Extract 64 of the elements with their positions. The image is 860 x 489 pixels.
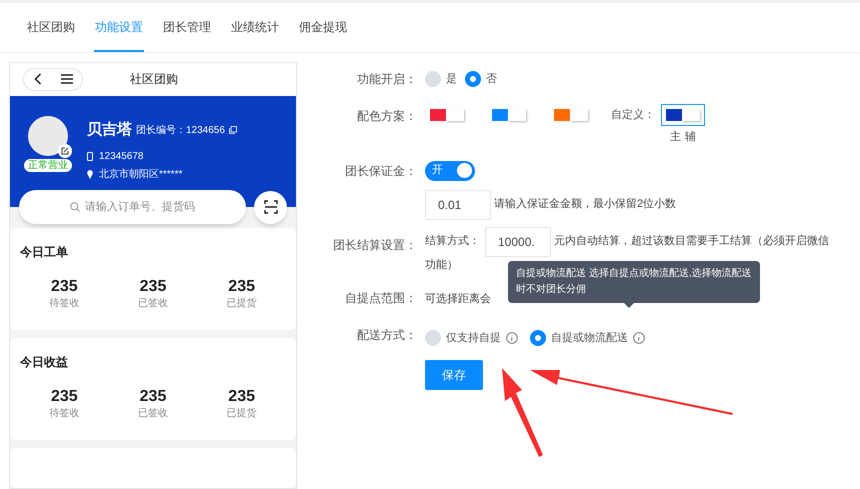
stat-value: 235 — [140, 278, 166, 296]
field-label: 团长保证金： — [345, 164, 417, 178]
stat-label: 待签收 — [49, 406, 80, 421]
info-icon — [506, 332, 518, 344]
settlement-input[interactable]: 10000. — [485, 226, 551, 256]
sub-label: 辅 — [685, 130, 696, 145]
radio-button[interactable] — [465, 71, 481, 87]
toggle-switch[interactable]: 开 — [425, 160, 475, 180]
field-label: 团长结算设置： — [333, 238, 417, 252]
stat-value: 235 — [228, 388, 255, 406]
stat-value: 235 — [50, 278, 78, 296]
tooltip: 自提或物流配送 选择自提点或物流配送,选择物流配送时不对团长分佣 — [508, 261, 760, 303]
stat-value: 235 — [228, 278, 255, 296]
page-title: 社区团购 — [130, 71, 178, 88]
nav-tab[interactable]: 社区团购 — [26, 3, 76, 52]
stat-label: 已提货 — [226, 297, 257, 311]
phone-icon — [87, 152, 93, 162]
settlement-prefix: 结算方式： — [425, 234, 480, 250]
option-label: 仅支持自提 — [446, 330, 501, 346]
field-label: 配色方案： — [357, 109, 417, 123]
field-label: 自提点范围： — [345, 291, 417, 305]
status-badge: 正常营业 — [24, 158, 72, 172]
edit-icon[interactable] — [58, 144, 72, 158]
nav-tab[interactable]: 团长管理 — [162, 3, 212, 52]
back-icon[interactable] — [34, 73, 42, 86]
field-label: 功能开启： — [357, 72, 417, 86]
card-title: 今日工单 — [20, 245, 68, 259]
leader-id: 团长编号：1234656 — [136, 124, 225, 138]
radio-button[interactable] — [425, 330, 441, 346]
address: 北京市朝阳区****** — [99, 168, 182, 182]
nav-tab[interactable]: 业绩统计 — [230, 3, 280, 52]
radio-button[interactable] — [530, 330, 546, 346]
card-title: 今日收益 — [20, 355, 68, 369]
settlement-text: 元内自动结算，超过该数目需要手工结算（必须开启微信 — [554, 234, 829, 250]
location-icon — [87, 170, 93, 180]
search-icon — [70, 202, 80, 212]
deposit-input[interactable]: 0.01 — [425, 190, 491, 220]
stat-label: 已签收 — [138, 297, 168, 311]
stat-label: 已提货 — [226, 407, 257, 421]
deposit-hint: 请输入保证金金额，最小保留2位小数 — [494, 196, 676, 212]
field-label: 配送方式： — [357, 328, 417, 342]
color-swatch[interactable] — [661, 104, 705, 126]
stat-label: 待签收 — [49, 296, 80, 311]
custom-label: 自定义： — [611, 108, 655, 123]
range-text: 可选择距离会 — [425, 293, 491, 305]
option-label: 否 — [486, 72, 497, 87]
stat-label: 已签收 — [138, 407, 168, 421]
phone-number: 12345678 — [99, 150, 144, 164]
main-label: 主 — [670, 130, 681, 145]
stat-value: 235 — [140, 388, 166, 406]
menu-icon[interactable] — [60, 74, 72, 84]
search-field[interactable]: 请输入订单号、提货码 — [19, 190, 246, 224]
tooltip-arrow — [624, 303, 634, 308]
avatar — [28, 116, 68, 156]
copy-icon[interactable] — [228, 126, 237, 134]
settlement-text: 功能） — [425, 258, 458, 272]
scan-icon — [264, 200, 278, 214]
leader-name: 贝吉塔 — [87, 120, 132, 140]
option-label: 是 — [446, 72, 457, 87]
option-label: 自提或物流配送 — [551, 330, 628, 346]
nav-tab[interactable]: 佣金提现 — [298, 3, 348, 52]
info-icon — [633, 332, 645, 344]
stat-value: 235 — [50, 388, 78, 406]
radio-button[interactable] — [425, 71, 441, 87]
